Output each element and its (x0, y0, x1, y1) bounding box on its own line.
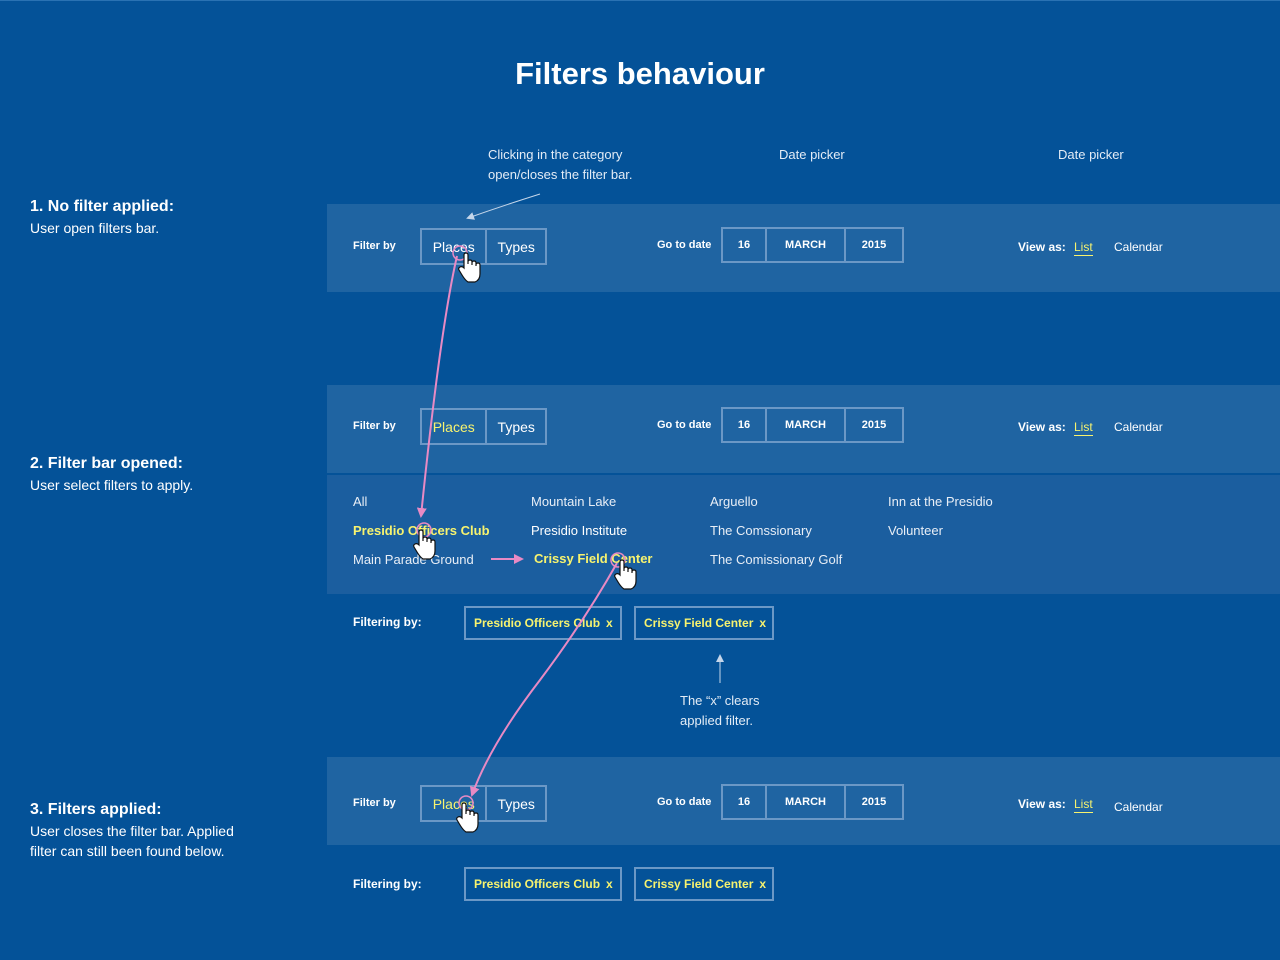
annotation-line: applied filter. (680, 713, 753, 728)
places-tab[interactable]: Places (422, 230, 485, 263)
day-field[interactable]: 16 (723, 229, 765, 261)
month-field[interactable]: MARCH (765, 409, 844, 441)
filter-by-label: Filter by (353, 797, 396, 809)
remove-filter-icon[interactable]: x (606, 616, 613, 630)
place-option[interactable]: The Comissionary Golf (710, 552, 842, 567)
category-click-annotation: Clicking in the category open/closes the… (488, 145, 633, 185)
month-field[interactable]: MARCH (765, 229, 844, 261)
x-clears-annotation: The “x” clears applied filter. (680, 691, 759, 731)
chip-label: Presidio Officers Club (474, 616, 601, 630)
view-list-link[interactable]: List (1074, 420, 1093, 436)
filtering-by-label: Filtering by: (353, 877, 422, 891)
view-calendar-link[interactable]: Calendar (1114, 420, 1163, 434)
types-tab[interactable]: Types (485, 787, 545, 820)
year-field[interactable]: 2015 (844, 229, 902, 261)
step-1-title: 1. No filter applied: (30, 198, 175, 215)
places-tab[interactable]: Places (422, 410, 485, 443)
step-3-description: User closes the filter bar. Applied filt… (30, 821, 260, 861)
chip-label: Presidio Officers Club (474, 877, 601, 891)
date-picker: 16 MARCH 2015 (721, 784, 904, 820)
remove-filter-icon[interactable]: x (759, 616, 766, 630)
chip-label: Crissy Field Center (644, 616, 754, 630)
go-to-date-label: Go to date (657, 239, 712, 251)
day-field[interactable]: 16 (723, 409, 765, 441)
date-picker-annotation: Date picker (1058, 147, 1124, 162)
view-as-label: View as: (1018, 420, 1066, 434)
applied-filter-chip[interactable]: Presidio Officers Club x (464, 867, 622, 901)
view-as-label: View as: (1018, 240, 1066, 254)
step-2-title: 2. Filter bar opened: (30, 455, 183, 472)
category-toggle: Places Types (420, 408, 547, 445)
day-field[interactable]: 16 (723, 786, 765, 818)
types-tab[interactable]: Types (485, 410, 545, 443)
category-toggle: Places Types (420, 228, 547, 265)
year-field[interactable]: 2015 (844, 786, 902, 818)
remove-filter-icon[interactable]: x (606, 877, 613, 891)
top-divider (0, 0, 1280, 1)
step-3-description-line: filter can still been found below. (30, 843, 225, 859)
place-option[interactable]: Volunteer (888, 523, 943, 538)
go-to-date-label: Go to date (657, 796, 712, 808)
step-3-description-line: User closes the filter bar. Applied (30, 823, 234, 839)
place-option[interactable]: Mountain Lake (531, 494, 616, 509)
view-calendar-link[interactable]: Calendar (1114, 240, 1163, 254)
filter-by-label: Filter by (353, 240, 396, 252)
chip-label: Crissy Field Center (644, 877, 754, 891)
place-option-selected[interactable]: Crissy Field Center (534, 551, 653, 566)
category-toggle: Places Types (420, 785, 547, 822)
filtering-by-label: Filtering by: (353, 615, 422, 629)
annotation-line: Clicking in the category (488, 147, 623, 162)
date-picker: 16 MARCH 2015 (721, 407, 904, 443)
step-3-title: 3. Filters applied: (30, 801, 162, 818)
step-2-description: User select filters to apply. (30, 477, 194, 493)
go-to-date-label: Go to date (657, 419, 712, 431)
date-picker-annotation: Date picker (779, 147, 845, 162)
place-option[interactable]: Arguello (710, 494, 758, 509)
types-tab[interactable]: Types (485, 230, 545, 263)
month-field[interactable]: MARCH (765, 786, 844, 818)
place-option[interactable]: The Comssionary (710, 523, 812, 538)
place-option[interactable]: Inn at the Presidio (888, 494, 993, 509)
step-1-description: User open filters bar. (30, 220, 160, 236)
place-option-selected[interactable]: Presidio Officers Club (353, 523, 490, 538)
places-tab[interactable]: Places (422, 787, 485, 820)
annotation-line: The “x” clears (680, 693, 760, 708)
place-option[interactable]: Presidio Institute (531, 523, 627, 538)
filter-by-label: Filter by (353, 420, 396, 432)
annotation-line: open/closes the filter bar. (488, 167, 633, 182)
place-option[interactable]: All (353, 494, 367, 509)
view-list-link[interactable]: List (1074, 240, 1093, 256)
date-picker: 16 MARCH 2015 (721, 227, 904, 263)
applied-filter-chip[interactable]: Crissy Field Center x (634, 867, 774, 901)
year-field[interactable]: 2015 (844, 409, 902, 441)
view-calendar-link[interactable]: Calendar (1114, 800, 1163, 814)
place-option[interactable]: Main Parade Ground (353, 552, 474, 567)
page-title: Filters behaviour (515, 56, 765, 91)
view-as-label: View as: (1018, 797, 1066, 811)
applied-filter-chip[interactable]: Presidio Officers Club x (464, 606, 622, 640)
view-list-link[interactable]: List (1074, 797, 1093, 813)
applied-filter-chip[interactable]: Crissy Field Center x (634, 606, 774, 640)
remove-filter-icon[interactable]: x (759, 877, 766, 891)
